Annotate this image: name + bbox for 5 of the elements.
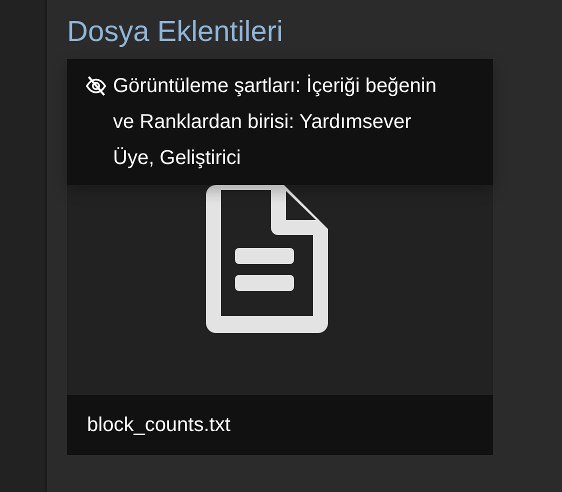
- section-title: Dosya Eklentileri: [67, 15, 284, 50]
- file-name[interactable]: block_counts.txt: [67, 395, 493, 455]
- eye-slash-icon: [85, 76, 107, 96]
- document-icon: [206, 185, 328, 333]
- view-conditions-text: Görüntüleme şartları: İçeriği beğenin ve Ranklardan birisi: Yardımsever Üye, Geliştirici: [113, 74, 438, 171]
